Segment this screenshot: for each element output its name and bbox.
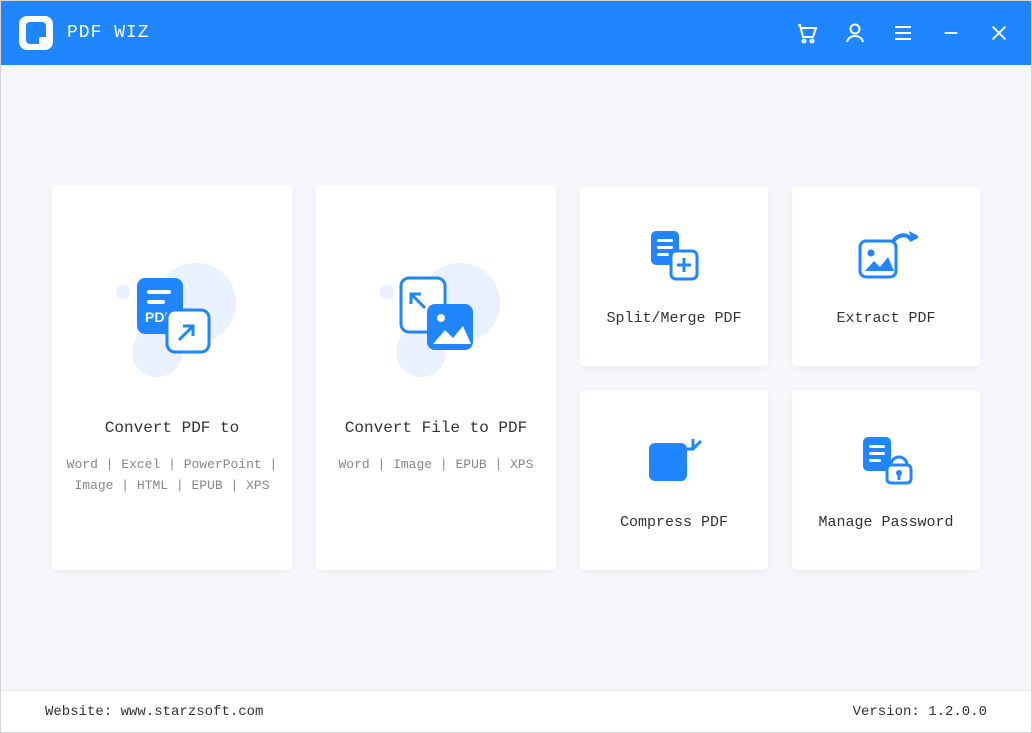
cart-button[interactable]: [793, 19, 821, 47]
user-icon: [843, 21, 867, 45]
footer-version-value: 1.2.0.0: [928, 704, 987, 720]
footer-website: Website: www.starzsoft.com: [45, 704, 263, 720]
titlebar-left: PDF WIZ: [19, 16, 150, 50]
card-split-merge[interactable]: Split/Merge PDF: [580, 186, 768, 366]
menu-button[interactable]: [889, 19, 917, 47]
hamburger-icon: [891, 21, 915, 45]
titlebar: PDF WIZ: [1, 1, 1031, 65]
card-title: Split/Merge PDF: [606, 310, 741, 327]
titlebar-right: [793, 19, 1013, 47]
account-button[interactable]: [841, 19, 869, 47]
manage-password-icon: [854, 428, 918, 492]
footer-version: Version: 1.2.0.0: [853, 704, 987, 720]
card-subtitle: Word | Image | EPUB | XPS: [324, 455, 547, 476]
main-area: PDF Convert PDF to Word | Excel | PowerP…: [1, 65, 1031, 690]
footer-website-label: Website:: [45, 704, 121, 720]
card-convert-file-to-pdf[interactable]: Convert File to PDF Word | Image | EPUB …: [316, 185, 556, 570]
card-extract[interactable]: Extract PDF: [792, 186, 980, 366]
large-cards-group: PDF Convert PDF to Word | Excel | PowerP…: [52, 185, 556, 570]
close-button[interactable]: [985, 19, 1013, 47]
split-merge-icon: [642, 224, 706, 288]
card-title: Extract PDF: [836, 310, 935, 327]
card-title: Convert File to PDF: [345, 419, 527, 437]
minimize-icon: [940, 22, 962, 44]
app-title: PDF WIZ: [67, 23, 150, 43]
footer-version-label: Version:: [853, 704, 929, 720]
card-subtitle: Word | Excel | PowerPoint | Image | HTML…: [52, 455, 292, 497]
card-title: Compress PDF: [620, 514, 728, 531]
minimize-button[interactable]: [937, 19, 965, 47]
card-manage-password[interactable]: Manage Password: [792, 390, 980, 570]
extract-icon: [854, 224, 918, 288]
compress-icon: [642, 428, 706, 492]
footer-website-link[interactable]: www.starzsoft.com: [121, 704, 264, 720]
convert-pdf-to-icon: PDF: [102, 245, 242, 385]
card-title: Convert PDF to: [105, 419, 239, 437]
small-cards-grid: Split/Merge PDF Extract PDF: [580, 186, 980, 570]
close-icon: [988, 22, 1010, 44]
footer: Website: www.starzsoft.com Version: 1.2.…: [1, 690, 1031, 732]
card-convert-pdf-to[interactable]: PDF Convert PDF to Word | Excel | PowerP…: [52, 185, 292, 570]
card-title: Manage Password: [818, 514, 953, 531]
card-compress[interactable]: Compress PDF: [580, 390, 768, 570]
convert-file-to-pdf-icon: [366, 245, 506, 385]
cart-icon: [795, 21, 819, 45]
app-logo-icon: [19, 16, 53, 50]
